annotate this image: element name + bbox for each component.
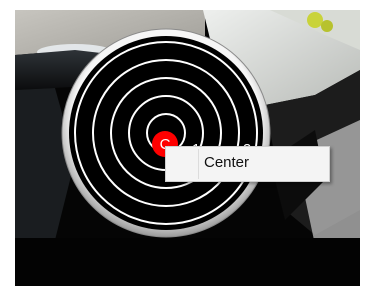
target-scope[interactable]: C 1 2	[59, 22, 274, 244]
camera-view: C 1 2 Center	[15, 10, 360, 286]
menu-item-label: Center	[204, 154, 250, 171]
menu-gutter	[198, 149, 199, 179]
context-menu: Center	[165, 146, 330, 182]
menu-item-center[interactable]: Center	[168, 149, 327, 179]
